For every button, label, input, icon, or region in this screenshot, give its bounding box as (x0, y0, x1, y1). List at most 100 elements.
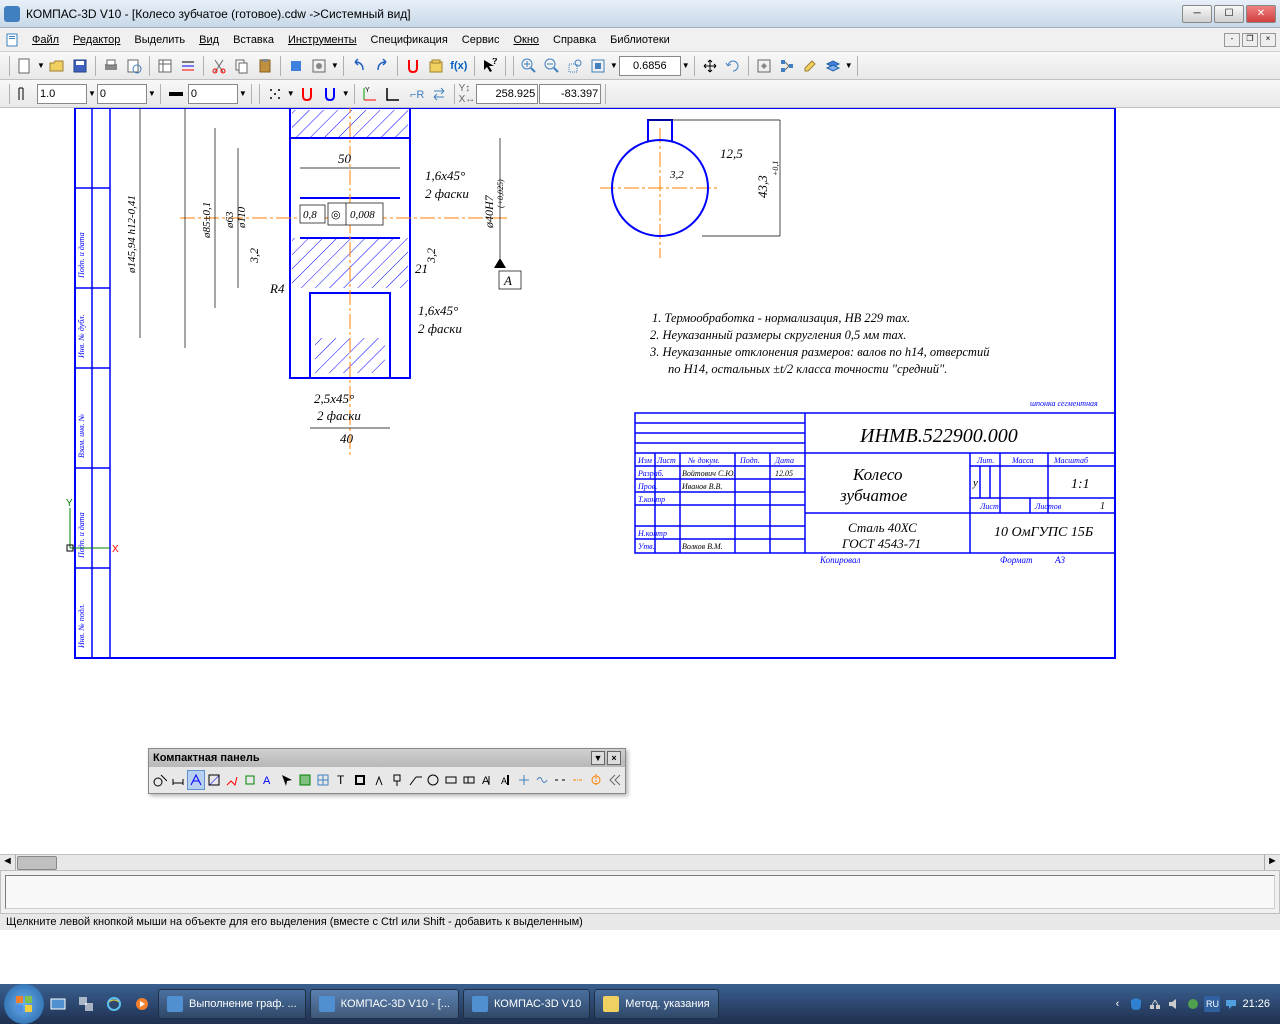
menu-view[interactable]: Вид (193, 32, 225, 48)
wave-button[interactable] (533, 770, 550, 790)
snap-grid-button[interactable] (264, 83, 286, 105)
library-button[interactable] (425, 55, 447, 77)
leader-button[interactable] (406, 770, 423, 790)
task-4[interactable]: Метод. указания (594, 989, 718, 1019)
task-3[interactable]: КОМПАС-3D V10 (463, 989, 590, 1019)
tray-clock[interactable]: 21:26 (1242, 998, 1270, 1010)
print-button[interactable] (100, 55, 122, 77)
undo-button[interactable] (348, 55, 370, 77)
mark-button[interactable] (424, 770, 441, 790)
magnet-red-button[interactable] (296, 83, 318, 105)
dims-button[interactable] (169, 770, 186, 790)
params-button[interactable] (242, 770, 259, 790)
spec-button[interactable] (154, 55, 176, 77)
maximize-button[interactable]: ☐ (1214, 5, 1244, 23)
base-button[interactable] (388, 770, 405, 790)
ortho-button[interactable] (382, 83, 404, 105)
menu-file[interactable]: Файл (26, 32, 65, 48)
drawing-canvas[interactable]: Подп. и дата Инв. № дубл. Взам. инв. № П… (0, 108, 1280, 854)
measure-button[interactable]: A (260, 770, 277, 790)
redraw-button[interactable] (753, 55, 775, 77)
tray-msg-icon[interactable] (1223, 996, 1239, 1012)
properties-button[interactable] (308, 55, 330, 77)
menu-spec[interactable]: Спецификация (365, 32, 454, 48)
coord-x-input[interactable] (476, 84, 538, 104)
tray-shield-icon[interactable] (1128, 996, 1144, 1012)
round-button[interactable]: ⌐R (405, 83, 427, 105)
close-button[interactable]: ✕ (1246, 5, 1276, 23)
select-tool-button[interactable] (278, 770, 295, 790)
spec-tool-button[interactable] (296, 770, 313, 790)
annotations-button[interactable] (187, 770, 204, 790)
copy-button[interactable] (231, 55, 253, 77)
geometry-button[interactable] (151, 770, 168, 790)
task-1[interactable]: Выполнение граф. ... (158, 989, 306, 1019)
layers-button[interactable] (822, 55, 844, 77)
cut-button[interactable] (208, 55, 230, 77)
zoom-fit-button[interactable] (587, 55, 609, 77)
menu-select[interactable]: Выделить (128, 32, 191, 48)
layer-input[interactable] (97, 84, 147, 104)
auto-axis-button[interactable] (588, 770, 605, 790)
magnet-button[interactable] (402, 55, 424, 77)
menu-help[interactable]: Справка (547, 32, 602, 48)
bold-button[interactable] (352, 770, 369, 790)
menu-service[interactable]: Сервис (456, 32, 506, 48)
zoom-in-button[interactable] (518, 55, 540, 77)
rotate-button[interactable] (722, 55, 744, 77)
compact-panel[interactable]: Компактная панель ▼ × A T A A (148, 748, 626, 794)
horizontal-scrollbar[interactable]: ◄ ► (0, 854, 1280, 870)
table-button[interactable] (315, 770, 332, 790)
help-pointer-button[interactable]: ? (479, 55, 501, 77)
ql-switch-icon[interactable] (74, 992, 98, 1016)
step-button[interactable] (14, 83, 36, 105)
magnet-blue-button[interactable] (319, 83, 341, 105)
paste-button[interactable] (254, 55, 276, 77)
hatch-button[interactable] (206, 770, 223, 790)
menu-tools[interactable]: Инструменты (282, 32, 363, 48)
section-button[interactable]: A (497, 770, 514, 790)
edit-geom-button[interactable] (224, 770, 241, 790)
axis-button[interactable]: Y (359, 83, 381, 105)
minimize-button[interactable]: ─ (1182, 5, 1212, 23)
menu-edit[interactable]: Редактор (67, 32, 126, 48)
menu-libs[interactable]: Библиотеки (604, 32, 676, 48)
zoom-window-button[interactable] (564, 55, 586, 77)
redo-button[interactable] (371, 55, 393, 77)
open-button[interactable] (46, 55, 68, 77)
tray-volume-icon[interactable] (1166, 996, 1182, 1012)
pan-button[interactable] (699, 55, 721, 77)
tray-arrow-icon[interactable]: ‹ (1109, 996, 1125, 1012)
style-button[interactable] (165, 83, 187, 105)
axis-tool-button[interactable] (570, 770, 587, 790)
text-button[interactable]: T (334, 770, 351, 790)
mdi-close[interactable]: × (1260, 33, 1276, 47)
mdi-restore[interactable]: ❐ (1242, 33, 1258, 47)
task-2[interactable]: КОМПАС-3D V10 - [... (310, 989, 459, 1019)
lines-button[interactable] (177, 55, 199, 77)
break-button[interactable] (552, 770, 569, 790)
panel-close-button[interactable]: × (607, 751, 621, 765)
start-button[interactable] (4, 984, 44, 1024)
brand-button[interactable] (443, 770, 460, 790)
style-input[interactable] (188, 84, 238, 104)
tray-network-icon[interactable] (1147, 996, 1163, 1012)
zoom-input[interactable] (619, 56, 681, 76)
line-weight-input[interactable] (37, 84, 87, 104)
panel-pin-button[interactable]: ▼ (591, 751, 605, 765)
more-button[interactable] (606, 770, 623, 790)
fx-button[interactable]: f(x) (448, 55, 470, 77)
edit-button[interactable] (799, 55, 821, 77)
save-button[interactable] (69, 55, 91, 77)
rough-button[interactable] (370, 770, 387, 790)
tray-app-icon[interactable] (1185, 996, 1201, 1012)
tolerance-button[interactable] (461, 770, 478, 790)
view-tree-button[interactable] (776, 55, 798, 77)
zoom-out-button[interactable] (541, 55, 563, 77)
ql-desktop-icon[interactable] (46, 992, 70, 1016)
arrow-button[interactable]: A (479, 770, 496, 790)
menu-window[interactable]: Окно (507, 32, 545, 48)
blue-shape-button[interactable] (285, 55, 307, 77)
swap-button[interactable] (428, 83, 450, 105)
center-button[interactable] (515, 770, 532, 790)
